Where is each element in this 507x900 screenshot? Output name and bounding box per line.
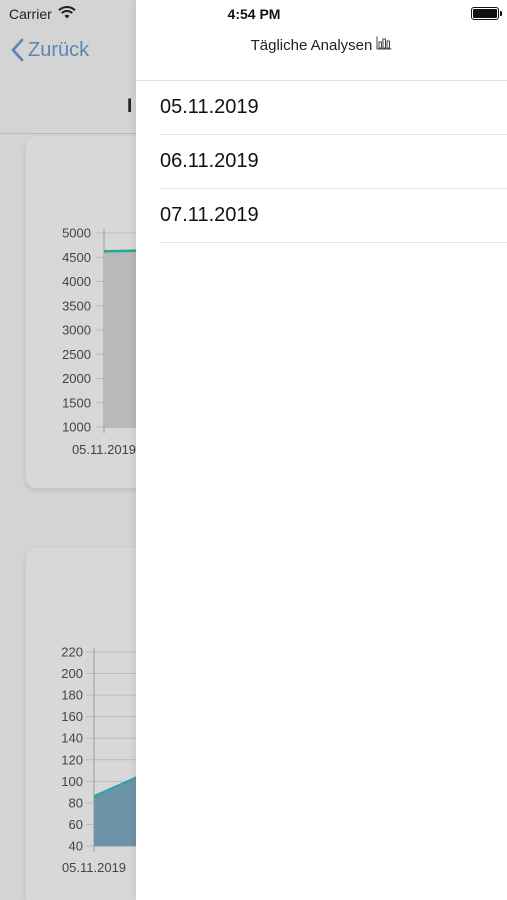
y-tick-label: 5000 — [62, 226, 91, 241]
date-label: 06.11.2019 — [160, 150, 259, 172]
y-tick-label: 200 — [61, 666, 83, 681]
y-tick-label: 120 — [61, 752, 83, 767]
y-tick-label: 160 — [61, 709, 83, 724]
y-tick-label: 100 — [61, 774, 83, 789]
y-tick-label: 4000 — [62, 274, 91, 289]
back-button[interactable]: Zurück — [11, 38, 89, 62]
status-left: Carrier — [9, 6, 76, 22]
wifi-icon — [58, 6, 76, 22]
bar-chart-icon — [376, 36, 392, 54]
y-tick-label: 180 — [61, 688, 83, 703]
y-tick-label: 1500 — [62, 395, 91, 410]
y-tick-label: 4500 — [62, 250, 91, 265]
y-tick-label: 2500 — [62, 347, 91, 362]
y-tick-label: 2000 — [62, 371, 91, 386]
y-tick-label: 3000 — [62, 323, 91, 338]
panel-title: Tägliche Analysen — [136, 36, 507, 54]
carrier-label: Carrier — [9, 6, 52, 22]
date-list-item[interactable]: 06.11.2019 — [160, 135, 507, 189]
side-panel: 4:54 PM Tägliche Analysen 05.11.2019 06.… — [136, 0, 507, 900]
x-tick-label: 05.11.2019 — [62, 860, 126, 875]
chevron-left-icon — [11, 38, 24, 62]
page-title: I — [127, 96, 133, 117]
status-time: 4:54 PM — [227, 6, 281, 22]
y-tick-label: 220 — [61, 645, 83, 660]
date-list: 05.11.2019 06.11.2019 07.11.2019 — [160, 81, 507, 243]
y-tick-label: 140 — [61, 731, 83, 746]
x-tick-label: 05.11.2019 — [72, 442, 136, 457]
y-tick-label: 60 — [69, 817, 83, 832]
y-tick-label: 40 — [69, 839, 83, 854]
date-label: 05.11.2019 — [160, 96, 259, 118]
y-tick-label: 1000 — [62, 420, 91, 435]
battery-icon — [471, 7, 502, 20]
date-label: 07.11.2019 — [160, 204, 259, 226]
date-list-item[interactable]: 07.11.2019 — [160, 189, 507, 243]
date-list-item[interactable]: 05.11.2019 — [160, 81, 507, 135]
panel-title-text: Tägliche Analysen — [250, 36, 373, 54]
y-tick-label: 3500 — [62, 298, 91, 313]
back-label: Zurück — [28, 38, 90, 61]
y-tick-label: 80 — [69, 795, 83, 810]
